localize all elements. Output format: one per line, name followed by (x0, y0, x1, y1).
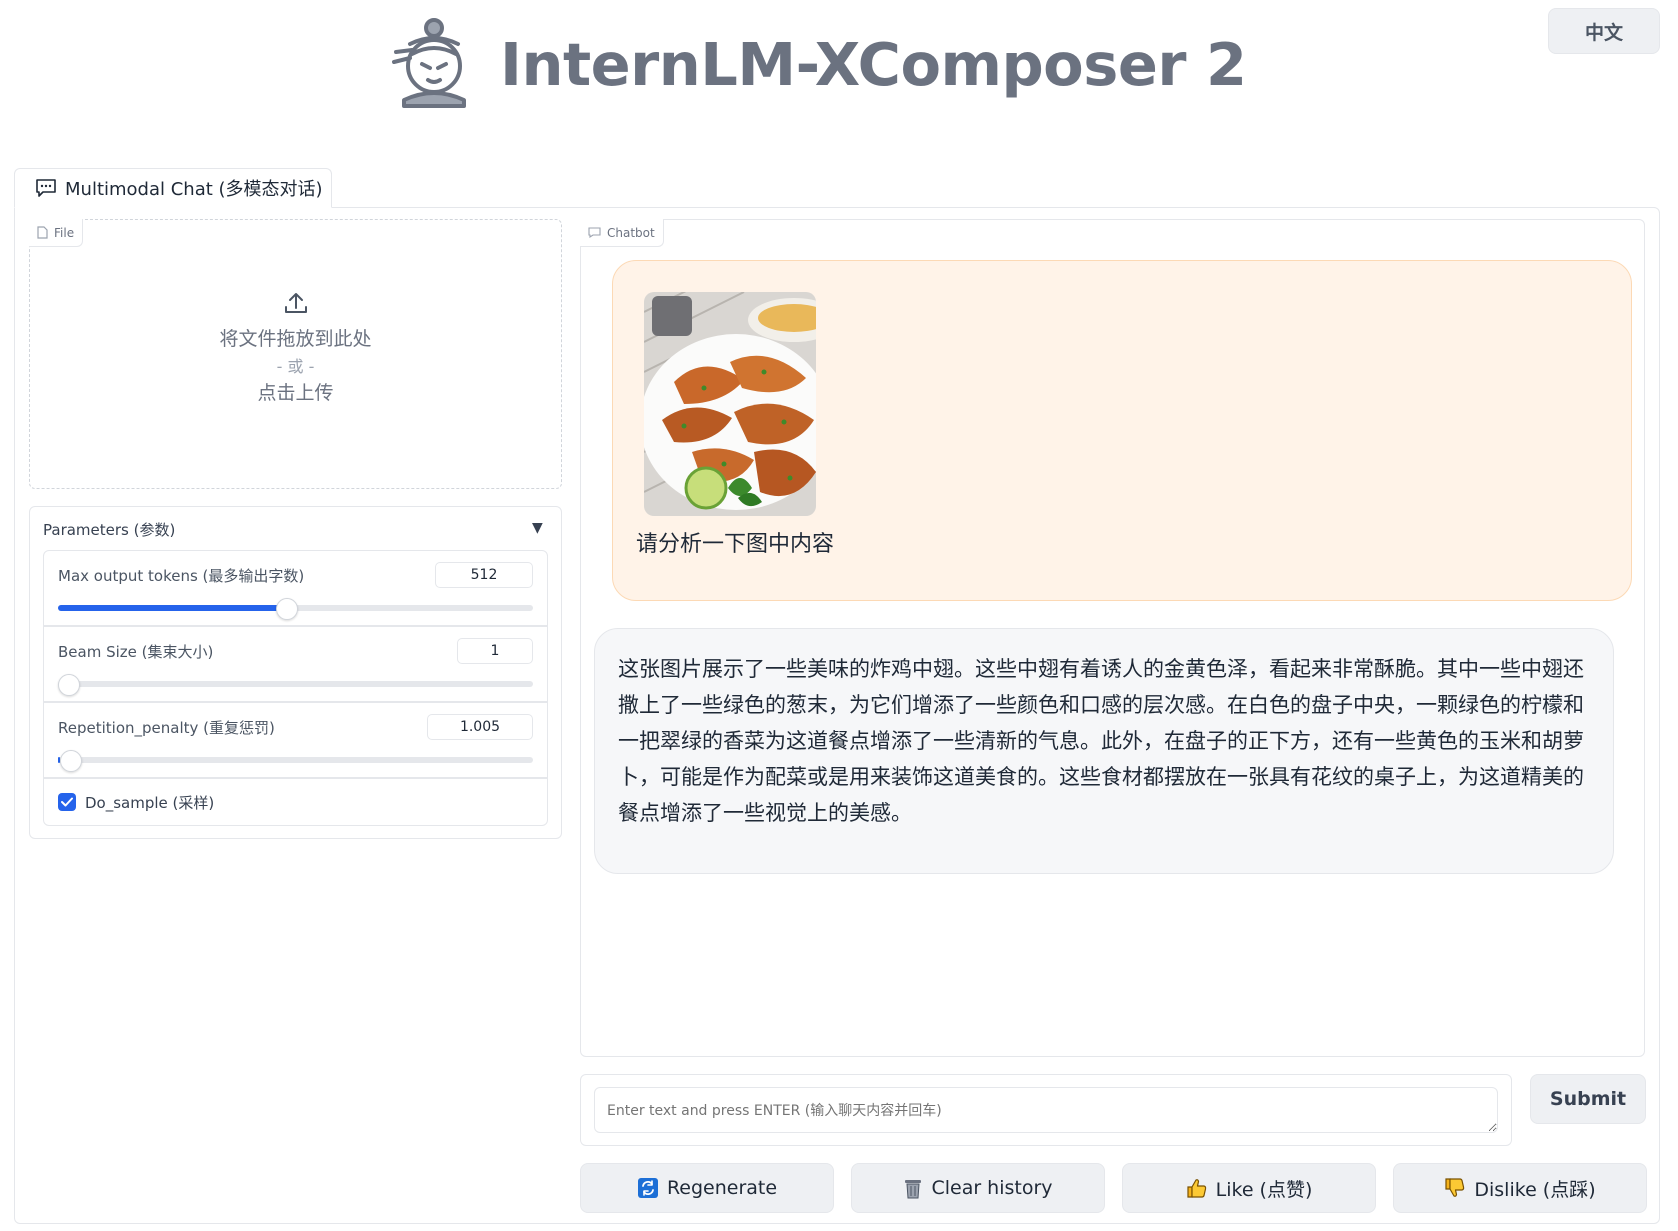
regenerate-button[interactable]: Regenerate (580, 1163, 834, 1213)
clear-history-button[interactable]: Clear history (851, 1163, 1105, 1213)
like-label: Like (点赞) (1215, 1178, 1313, 1201)
chat-input[interactable] (594, 1087, 1498, 1133)
upload-prompt[interactable]: 将文件拖放到此处 - 或 - 点击上传 (29, 290, 562, 407)
trash-icon (905, 1180, 922, 1199)
max-tokens-label: Max output tokens (最多输出字数) (58, 567, 305, 585)
upload-click-text: 点击上传 (257, 382, 334, 404)
beam-size-slider[interactable] (57, 674, 533, 696)
tab-label: Multimodal Chat (多模态对话) (65, 179, 323, 200)
refresh-icon (637, 1178, 658, 1198)
chatbot-label: Chatbot (580, 219, 664, 247)
upload-or-text: - 或 - (276, 357, 315, 376)
app-logo-icon (384, 14, 480, 110)
app-title: InternLM-XComposer 2 (500, 30, 1247, 99)
tab-multimodal-chat[interactable]: Multimodal Chat (多模态对话) (14, 168, 332, 208)
beam-size-slider-group: Beam Size (集束大小) 1 (43, 626, 548, 702)
beam-size-label: Beam Size (集束大小) (58, 643, 214, 661)
dislike-button[interactable]: Dislike (点踩) (1393, 1163, 1647, 1213)
like-button[interactable]: Like (点赞) (1122, 1163, 1376, 1213)
max-tokens-input[interactable]: 512 (435, 562, 533, 588)
repetition-penalty-slider[interactable] (58, 750, 533, 772)
thumbs-down-icon (1445, 1178, 1465, 1197)
chat-bubble-icon (36, 179, 56, 197)
chat-icon (588, 227, 601, 238)
language-toggle-button[interactable]: 中文 (1548, 8, 1660, 54)
collapse-caret-icon[interactable]: ▼ (532, 520, 543, 536)
file-icon (37, 226, 48, 239)
repetition-penalty-label: Repetition_penalty (重复惩罚) (58, 719, 275, 737)
do-sample-row[interactable]: Do_sample (采样) (43, 778, 548, 826)
submit-button[interactable]: Submit (1530, 1074, 1646, 1124)
dislike-label: Dislike (点踩) (1474, 1178, 1596, 1201)
slider-thumb[interactable] (59, 750, 82, 772)
parameters-title[interactable]: Parameters (参数) (43, 519, 175, 540)
regenerate-label: Regenerate (666, 1177, 778, 1199)
user-message-text: 请分析一下图中内容 (636, 532, 835, 557)
slider-thumb[interactable] (57, 674, 80, 696)
do-sample-label: Do_sample (采样) (85, 793, 215, 812)
thumbs-up-icon (1187, 1179, 1206, 1198)
bot-message-text: 这张图片展示了一些美味的炸鸡中翅。这些中翅有着诱人的金黄色泽，看起来非常酥脆。其… (618, 657, 1584, 825)
beam-size-input[interactable]: 1 (457, 638, 533, 664)
slider-thumb[interactable] (276, 598, 298, 620)
repetition-penalty-slider-group: Repetition_penalty (重复惩罚) 1.005 (43, 702, 548, 778)
repetition-penalty-input[interactable]: 1.005 (427, 714, 533, 740)
do-sample-checkbox[interactable] (58, 793, 76, 811)
file-panel-label: File (29, 219, 84, 247)
max-tokens-slider[interactable] (58, 598, 533, 620)
clear-history-label: Clear history (931, 1177, 1053, 1199)
food-image[interactable] (644, 292, 816, 516)
upload-drop-text: 将文件拖放到此处 (219, 328, 372, 350)
upload-icon (29, 290, 562, 326)
max-tokens-slider-group: Max output tokens (最多输出字数) 512 (43, 550, 548, 626)
